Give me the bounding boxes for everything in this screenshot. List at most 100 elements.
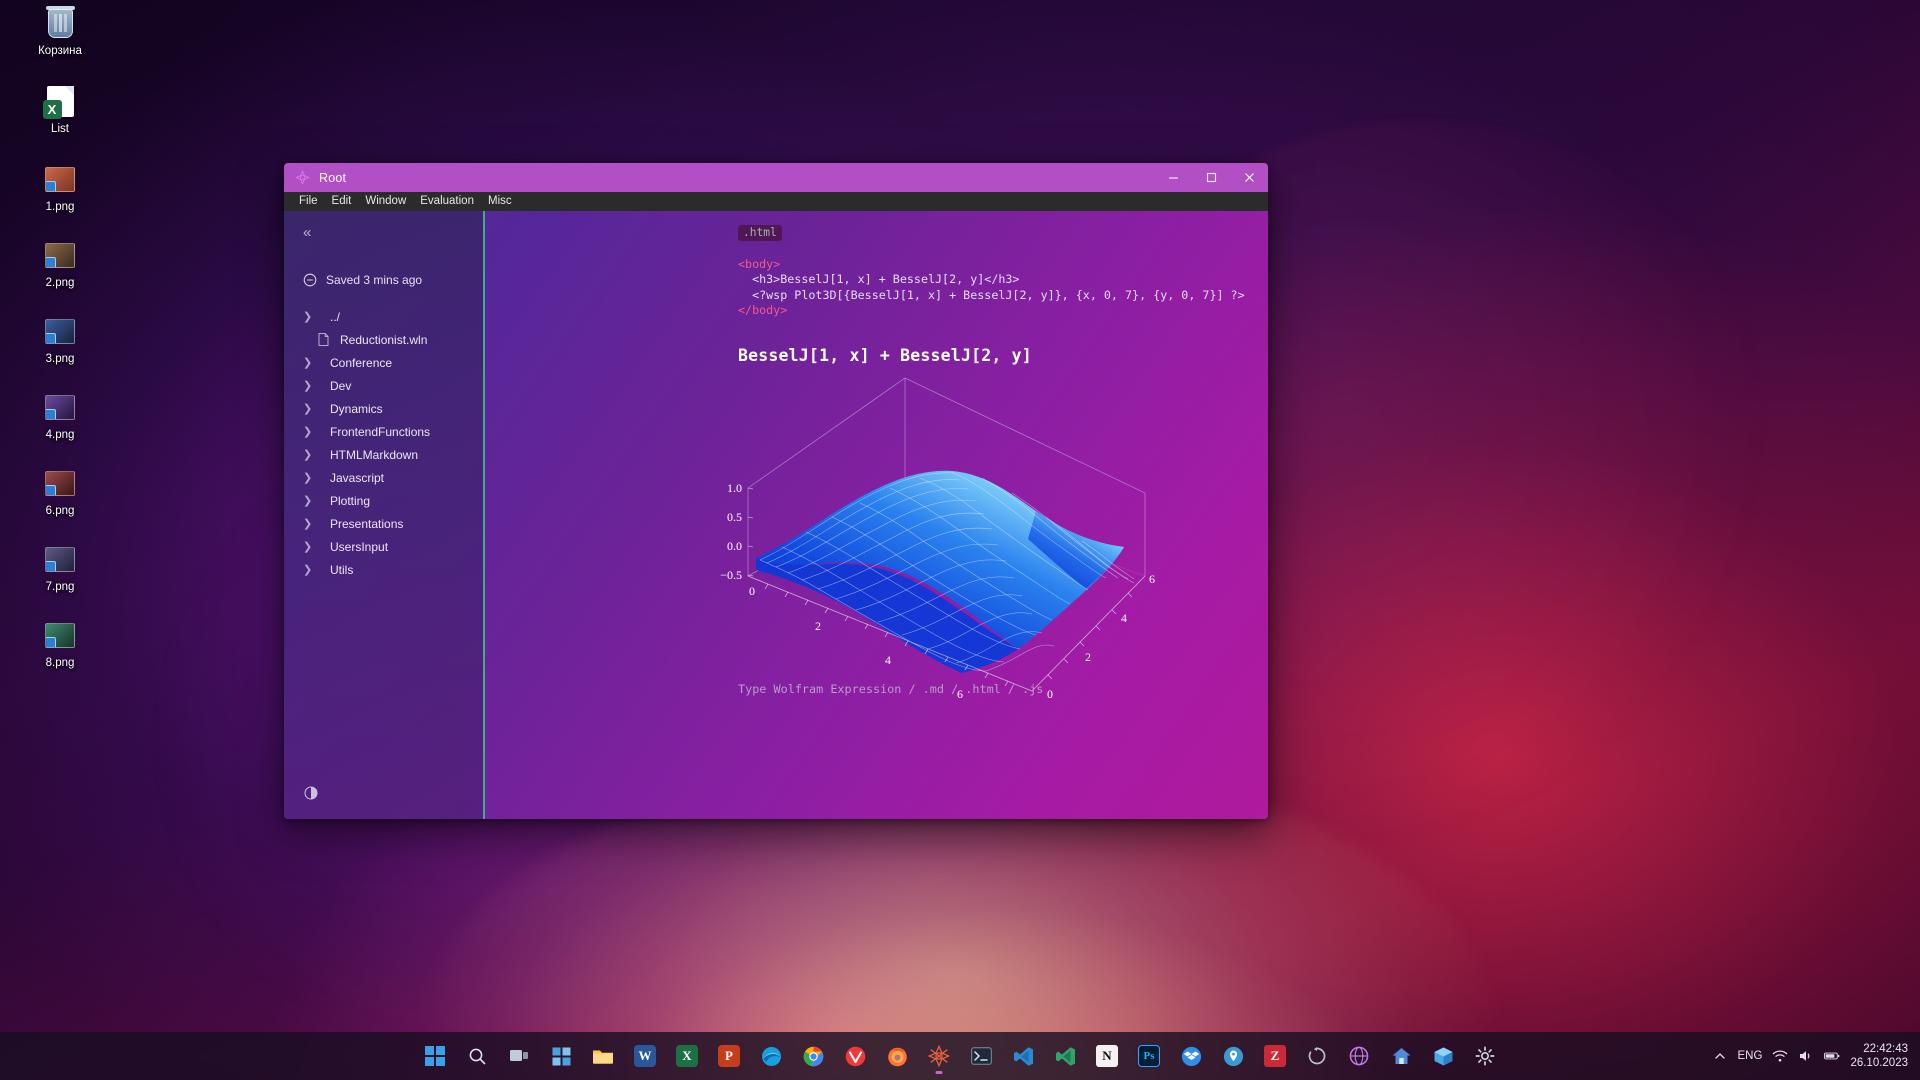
- excel-button[interactable]: X: [670, 1036, 705, 1076]
- vscode-button[interactable]: [1006, 1036, 1041, 1076]
- desktop-icon-label: List: [51, 123, 69, 135]
- tree-item-javascript[interactable]: ❯ Javascript: [284, 466, 485, 489]
- tree-item-conference[interactable]: ❯ Conference: [284, 351, 485, 374]
- window-titlebar[interactable]: Root: [284, 163, 1268, 192]
- desktop-icon-label: 2.png: [45, 277, 75, 289]
- tree-item-dev[interactable]: ❯ Dev: [284, 374, 485, 397]
- y-tick-label: 0: [1047, 687, 1053, 701]
- tree-item-reductionist-wln[interactable]: Reductionist.wln: [284, 328, 485, 351]
- tree-item-frontendfunctions[interactable]: ❯ FrontendFunctions: [284, 420, 485, 443]
- windows-logo-icon: [425, 1046, 445, 1066]
- tree-item-parent-dir[interactable]: ❯ ../: [284, 305, 485, 328]
- tree-item-htmlmarkdown[interactable]: ❯ HTMLMarkdown: [284, 443, 485, 466]
- powerpoint-button[interactable]: P: [712, 1036, 747, 1076]
- desktop-icon-3png[interactable]: 3.png: [14, 314, 106, 366]
- gear-icon: [1475, 1046, 1495, 1066]
- terminal-button[interactable]: [964, 1036, 999, 1076]
- vivaldi-button[interactable]: [838, 1036, 873, 1076]
- minimize-icon[interactable]: [1154, 163, 1192, 192]
- notebook-canvas[interactable]: .html <body> <h3>BesselJ[1, x] + BesselJ…: [485, 211, 1268, 819]
- maximize-icon[interactable]: [1192, 163, 1230, 192]
- desktop-icon-6png[interactable]: 6.png: [14, 466, 106, 518]
- code-cell[interactable]: <body> <h3>BesselJ[1, x] + BesselJ[2, y]…: [485, 242, 1268, 333]
- settings-button[interactable]: [1468, 1036, 1503, 1076]
- dropbox-button[interactable]: [1174, 1036, 1209, 1076]
- close-icon[interactable]: [1230, 163, 1268, 192]
- edge-button[interactable]: [754, 1036, 789, 1076]
- chevron-right-icon: ❯: [303, 311, 313, 323]
- clock[interactable]: 22:42:43 26.10.2023: [1850, 1042, 1908, 1070]
- menu-file[interactable]: File: [292, 192, 325, 211]
- tree-item-label: Reductionist.wln: [340, 332, 428, 347]
- search-button[interactable]: [460, 1036, 495, 1076]
- firefox-dev-button[interactable]: [880, 1036, 915, 1076]
- tree-item-label: Plotting: [330, 493, 371, 508]
- menu-edit[interactable]: Edit: [325, 192, 359, 211]
- chrome-button[interactable]: [796, 1036, 831, 1076]
- desktop: Корзина List 1.png 2.png 3.png: [0, 0, 1920, 1080]
- chevron-right-icon: ❯: [303, 541, 313, 553]
- desktop-icon-label: 8.png: [45, 657, 75, 669]
- menu-window[interactable]: Window: [358, 192, 413, 211]
- running-indicator: [935, 1071, 943, 1074]
- expression-input-placeholder[interactable]: Type Wolfram Expression / .md / .html / …: [738, 682, 1043, 696]
- taskbar: W X P N Ps Z ENG 22:42:43 26.10.2023: [0, 1032, 1920, 1080]
- plot3d-output[interactable]: 1.0 0.5 0.0 −0.5 0 2 4 6 0 2 4 6: [720, 371, 1160, 711]
- desktop-icon-grid: Корзина List 1.png 2.png 3.png: [0, 0, 120, 688]
- home-icon: [1392, 1048, 1410, 1064]
- image-file-icon: [43, 618, 77, 652]
- cell-type-tag[interactable]: .html: [738, 225, 782, 241]
- language-indicator[interactable]: ENG: [1738, 1050, 1763, 1062]
- image-file-icon: [43, 542, 77, 576]
- volume-icon[interactable]: [1798, 1048, 1814, 1064]
- tree-item-dynamics[interactable]: ❯ Dynamics: [284, 397, 485, 420]
- vscode-insiders-button[interactable]: [1048, 1036, 1083, 1076]
- tree-item-utils[interactable]: ❯ Utils: [284, 558, 485, 581]
- tree-item-usersinput[interactable]: ❯ UsersInput: [284, 535, 485, 558]
- dropbox-icon: [1181, 1046, 1201, 1066]
- sidebar-collapse-button[interactable]: «: [284, 221, 485, 247]
- tree-item-presentations[interactable]: ❯ Presentations: [284, 512, 485, 535]
- menu-evaluation[interactable]: Evaluation: [413, 192, 481, 211]
- notion-button[interactable]: N: [1090, 1036, 1125, 1076]
- photoshop-button[interactable]: Ps: [1132, 1036, 1167, 1076]
- cycle-app-button[interactable]: [1300, 1036, 1335, 1076]
- task-view-button[interactable]: [502, 1036, 537, 1076]
- location-app-button[interactable]: [1216, 1036, 1251, 1076]
- wolfram-button[interactable]: [922, 1036, 957, 1076]
- home-app-button[interactable]: [1384, 1036, 1419, 1076]
- zotero-button[interactable]: Z: [1258, 1036, 1293, 1076]
- widgets-button[interactable]: [544, 1036, 579, 1076]
- file-explorer-button[interactable]: [586, 1036, 621, 1076]
- code-line-h3: <h3>BesselJ[1, x] + BesselJ[2, y]</h3>: [738, 272, 1020, 287]
- menu-misc[interactable]: Misc: [481, 192, 519, 211]
- tree-item-plotting[interactable]: ❯ Plotting: [284, 489, 485, 512]
- desktop-icon-recycle-bin[interactable]: Корзина: [14, 5, 106, 58]
- tree-item-label: Utils: [330, 562, 354, 577]
- start-button[interactable]: [418, 1036, 453, 1076]
- desktop-icon-8png[interactable]: 8.png: [14, 618, 106, 670]
- globe-app-button[interactable]: [1342, 1036, 1377, 1076]
- desktop-icon-list[interactable]: List: [14, 84, 106, 136]
- image-file-icon: [43, 314, 77, 348]
- half-circle-contrast-icon[interactable]: [304, 786, 318, 800]
- box-app-button[interactable]: [1426, 1036, 1461, 1076]
- y-tick-label: 4: [1121, 611, 1127, 625]
- desktop-icon-label: 3.png: [45, 353, 75, 365]
- battery-icon[interactable]: [1824, 1048, 1840, 1064]
- chevron-up-icon[interactable]: [1712, 1048, 1728, 1064]
- code-line-body-open: <body>: [738, 257, 781, 272]
- desktop-icon-2png[interactable]: 2.png: [14, 238, 106, 290]
- wolfram-spikey-icon: [295, 170, 310, 185]
- chevron-right-icon: ❯: [303, 518, 313, 530]
- word-button[interactable]: W: [628, 1036, 663, 1076]
- desktop-icon-7png[interactable]: 7.png: [14, 542, 106, 594]
- chevron-right-icon: ❯: [303, 449, 313, 461]
- desktop-icon-4png[interactable]: 4.png: [14, 390, 106, 442]
- cell-tag-pill-row: .html: [485, 223, 1268, 242]
- chevron-right-icon: ❯: [303, 426, 313, 438]
- window-body: « Saved 3 mins ago ❯ ../ Reductionist.wl…: [284, 211, 1268, 819]
- wifi-icon[interactable]: [1772, 1048, 1788, 1064]
- location-pin-icon: [1223, 1046, 1243, 1066]
- desktop-icon-1png[interactable]: 1.png: [14, 162, 106, 214]
